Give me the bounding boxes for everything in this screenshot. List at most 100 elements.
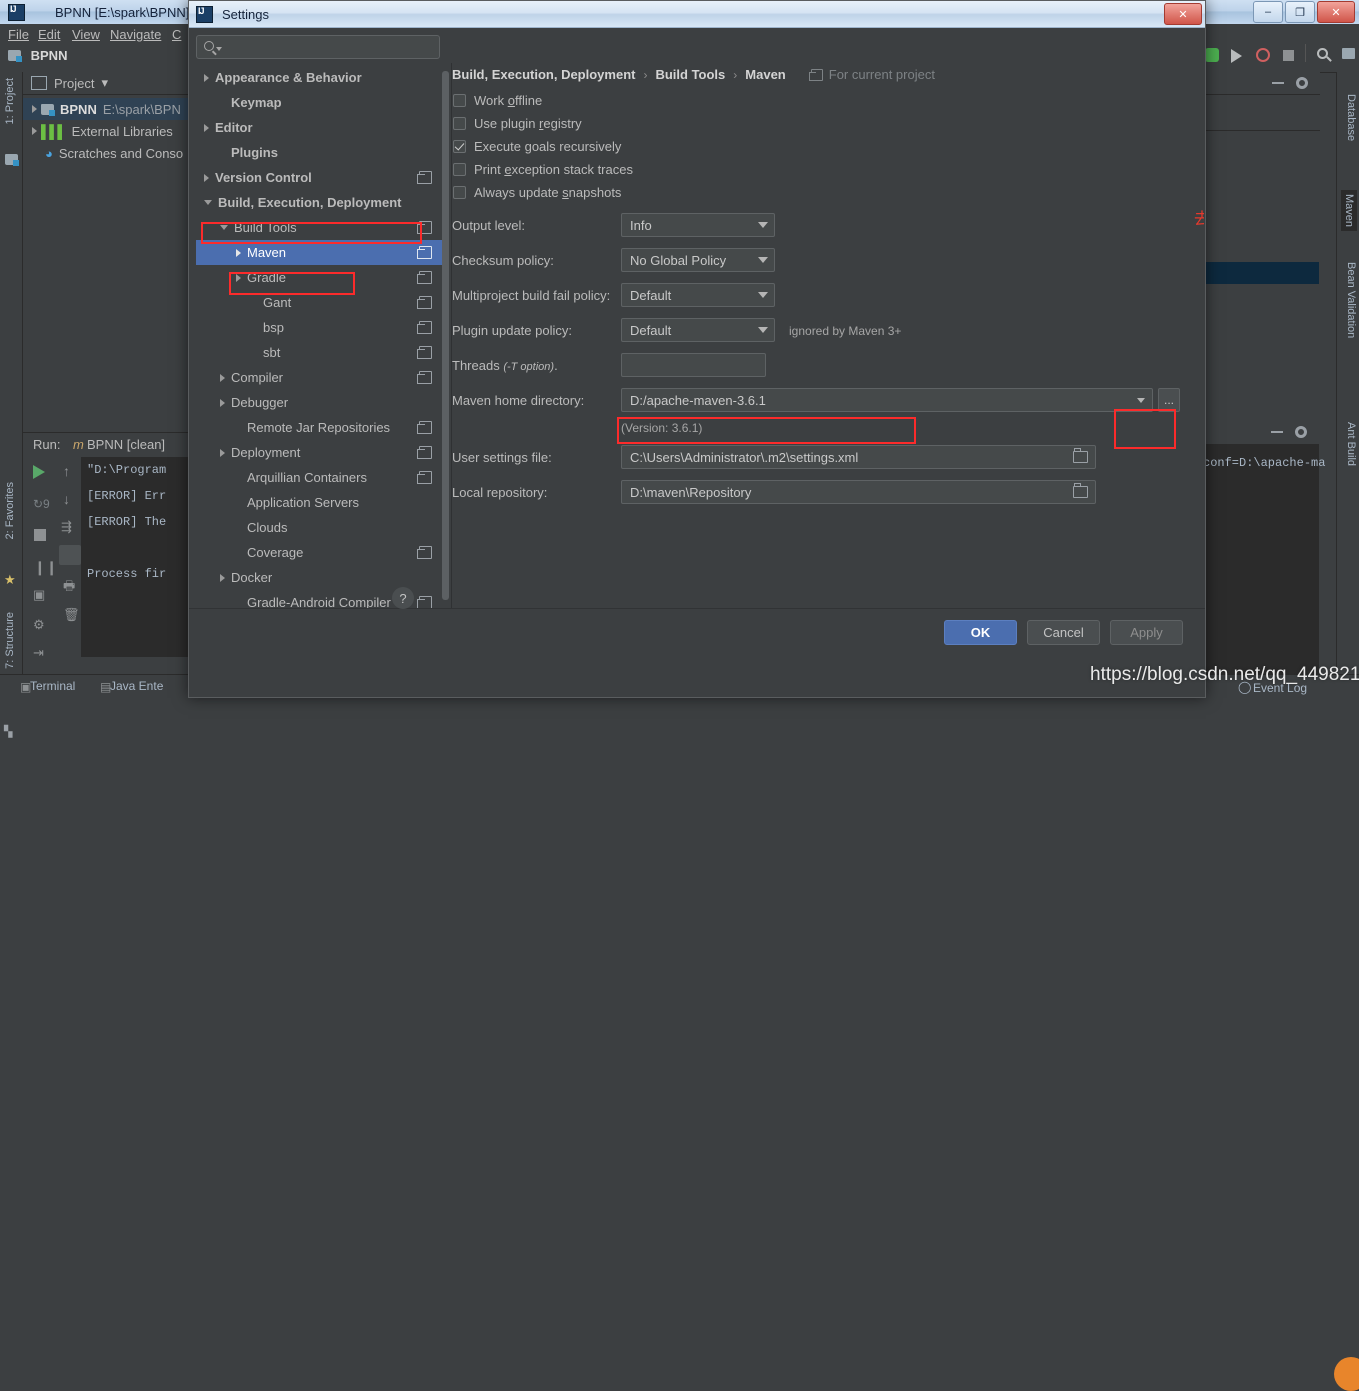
collapse-arrow-icon[interactable]	[220, 225, 228, 230]
tree-item-gant[interactable]: Gant	[196, 290, 442, 315]
dialog-window-controls[interactable]: ✕	[1164, 3, 1202, 25]
tree-item-arquillian-containers[interactable]: Arquillian Containers	[196, 465, 442, 490]
collapse-arrow-icon[interactable]	[204, 200, 212, 205]
expand-arrow-icon[interactable]	[220, 448, 225, 457]
hide-panel-icon[interactable]	[1272, 82, 1284, 84]
checkbox-execute-goals-recursively[interactable]: Execute goals recursively	[453, 139, 621, 154]
menu-edit[interactable]: Edit	[38, 27, 60, 42]
stripe-bean-validation[interactable]: Bean Validation	[1345, 262, 1357, 338]
ide-right-toolwindow-stripe[interactable]: Database Maven Bean Validation Ant Build	[1336, 72, 1359, 674]
ide-left-toolwindow-stripe[interactable]: 1: Project 2: Favorites 7: Structure ★ ▚	[0, 72, 23, 738]
local-repository-input[interactable]: D:\maven\Repository	[621, 480, 1096, 504]
user-settings-file-input[interactable]: C:\Users\Administrator\.m2\settings.xml	[621, 445, 1096, 469]
arrow-up-icon[interactable]: ↑	[63, 463, 70, 479]
expand-arrow-icon[interactable]	[204, 123, 209, 132]
delete-icon[interactable]: 🗑	[63, 607, 80, 623]
maven-home-directory-combobox[interactable]: D:/apache-maven-3.6.1	[621, 388, 1153, 412]
screenshot-icon[interactable]: ▣	[33, 587, 45, 603]
output-level-combobox[interactable]: Info	[621, 213, 775, 237]
pause-icon[interactable]: ❙❙	[34, 559, 57, 576]
debug-bug-icon[interactable]	[1205, 48, 1219, 62]
expand-arrow-icon[interactable]	[220, 573, 225, 582]
stop-icon[interactable]	[1283, 50, 1294, 61]
chevron-down-icon[interactable]	[752, 214, 774, 236]
stripe-ant-build[interactable]: Ant Build	[1345, 422, 1357, 466]
threads-input[interactable]	[621, 353, 766, 377]
minimize-icon[interactable]: –	[1253, 1, 1283, 23]
soft-wrap-icon[interactable]: ⇶	[61, 519, 72, 535]
menu-file[interactable]: File	[8, 27, 29, 42]
tree-item-build-execution-deployment[interactable]: Build, Execution, Deployment	[196, 190, 442, 215]
checkbox-box[interactable]	[453, 186, 466, 199]
expand-arrow-icon[interactable]	[32, 127, 37, 135]
checksum-policy-combobox[interactable]: No Global Policy	[621, 248, 775, 272]
expand-arrow-icon[interactable]	[204, 73, 209, 82]
stripe-favorites[interactable]: 2: Favorites	[4, 482, 16, 539]
stripe-maven[interactable]: Maven	[1341, 190, 1357, 232]
statusbar-terminal[interactable]: Terminal	[30, 679, 75, 693]
tree-item-build-tools[interactable]: Build Tools	[196, 215, 442, 240]
maven-home-browse-button[interactable]: ...	[1158, 388, 1180, 412]
chevron-down-icon[interactable]	[752, 249, 774, 271]
tree-item-remote-jar-repositories[interactable]: Remote Jar Repositories	[196, 415, 442, 440]
search-input[interactable]	[196, 35, 440, 59]
expand-arrow-icon[interactable]	[236, 273, 241, 282]
project-tree-row-scratches[interactable]: ◕ Scratches and Conso	[23, 142, 198, 164]
tree-item-version-control[interactable]: Version Control	[196, 165, 442, 190]
tree-item-gradle[interactable]: Gradle	[196, 265, 442, 290]
stripe-project[interactable]: 1: Project	[4, 78, 16, 124]
rerun-icon[interactable]	[33, 465, 45, 479]
apply-button[interactable]: Apply	[1110, 620, 1183, 645]
tree-item-plugins[interactable]: Plugins	[196, 140, 442, 165]
multiproject-build-fail-policy-combobox[interactable]: Default	[621, 283, 775, 307]
checkbox-box[interactable]	[453, 163, 466, 176]
tree-item-maven[interactable]: Maven	[196, 240, 442, 265]
stop-debug-icon[interactable]	[1256, 48, 1270, 62]
checkbox-always-update-snapshots[interactable]: Always update snapshots	[453, 185, 621, 200]
run-coverage-icon[interactable]	[1231, 49, 1242, 63]
expand-arrow-icon[interactable]	[220, 373, 225, 382]
rerun-failed-icon[interactable]: ↻9	[33, 497, 50, 511]
chevron-down-icon[interactable]	[752, 319, 774, 341]
menu-view[interactable]: View	[72, 27, 100, 42]
chevron-down-icon[interactable]	[1130, 389, 1152, 411]
chevron-down-icon[interactable]: ▾	[101, 75, 108, 91]
project-structure-icon[interactable]	[1342, 48, 1355, 59]
tree-item-compiler[interactable]: Compiler	[196, 365, 442, 390]
tree-item-bsp[interactable]: bsp	[196, 315, 442, 340]
checkbox-box[interactable]	[453, 94, 466, 107]
settings-gear-icon[interactable]	[1296, 77, 1308, 89]
project-tree-row-external-libraries[interactable]: ▌▌▌ External Libraries	[23, 120, 198, 142]
expand-arrow-icon[interactable]	[32, 105, 37, 113]
tree-item-sbt[interactable]: sbt	[196, 340, 442, 365]
settings-gear-icon[interactable]: ⚙	[33, 617, 45, 633]
run-config-name[interactable]: BPNN [clean]	[87, 437, 165, 452]
close-icon[interactable]: ✕	[1317, 1, 1355, 23]
tree-item-keymap[interactable]: Keymap	[196, 90, 442, 115]
scroll-to-end-icon[interactable]	[59, 545, 81, 565]
stop-icon[interactable]	[34, 529, 46, 541]
menu-code[interactable]: C	[172, 27, 181, 42]
tree-item-deployment[interactable]: Deployment	[196, 440, 442, 465]
tree-item-editor[interactable]: Editor	[196, 115, 442, 140]
browse-folder-icon[interactable]	[1067, 446, 1093, 468]
checkbox-box[interactable]	[453, 140, 466, 153]
tree-scrollbar-thumb[interactable]	[442, 71, 449, 600]
settings-gear-icon[interactable]	[1295, 426, 1307, 438]
export-icon[interactable]: ⇥	[33, 645, 44, 661]
menu-navigate[interactable]: Navigate	[110, 27, 161, 42]
hide-panel-icon[interactable]	[1271, 431, 1283, 433]
tree-item-debugger[interactable]: Debugger	[196, 390, 442, 415]
stripe-structure[interactable]: 7: Structure	[4, 612, 16, 669]
checkbox-print-exception-stack-traces[interactable]: Print exception stack traces	[453, 162, 633, 177]
tree-item-clouds[interactable]: Clouds	[196, 515, 442, 540]
project-tree-row-bpnn[interactable]: BPNN E:\spark\BPN	[23, 98, 198, 120]
project-panel-header[interactable]: Project ▾	[23, 72, 198, 95]
statusbar-java-enterprise[interactable]: Java Ente	[110, 679, 163, 693]
tree-item-coverage[interactable]: Coverage	[196, 540, 442, 565]
settings-category-tree[interactable]: Appearance & Behavior Keymap Editor Plugins…	[196, 65, 442, 648]
chevron-down-icon[interactable]	[752, 284, 774, 306]
maven-tree-selected-row[interactable]	[1199, 262, 1319, 284]
run-gutter-toolbar[interactable]: ↻9 ❙❙ ▣ ⚙ ⇥ » ↑ ↓ ⇶ 🖶 🗑	[23, 457, 81, 700]
cancel-button[interactable]: Cancel	[1027, 620, 1100, 645]
